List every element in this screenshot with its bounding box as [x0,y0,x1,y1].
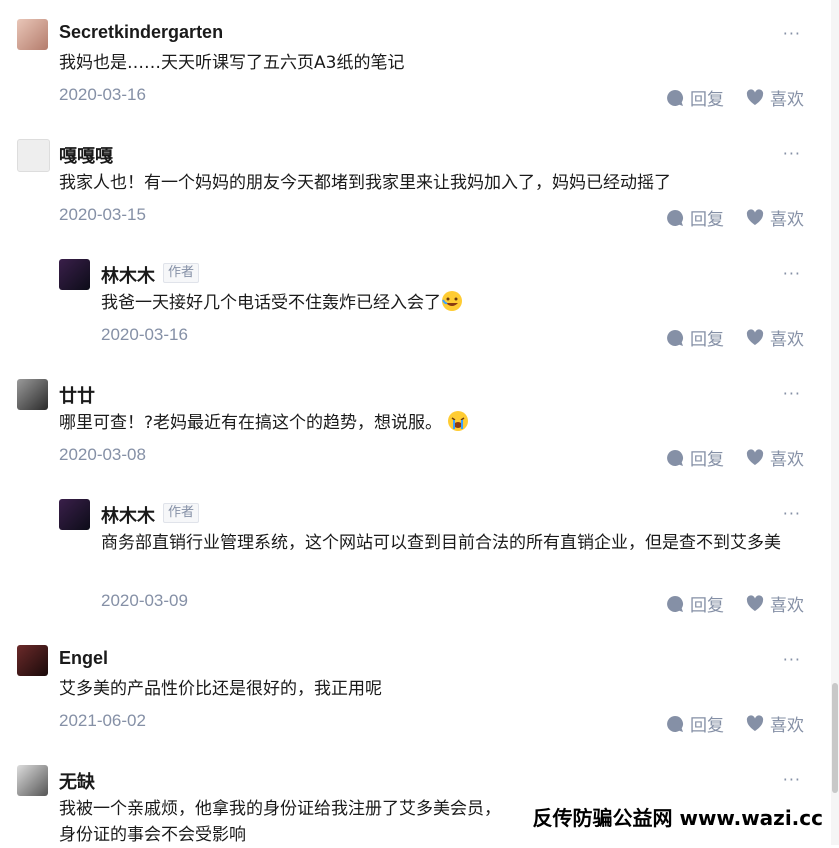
more-options-button[interactable]: ··· [783,770,801,789]
username[interactable]: 林木木 [101,262,155,288]
heart-icon [746,89,764,105]
avatar[interactable] [17,139,50,172]
heart-icon [746,329,764,345]
avatar[interactable] [17,765,48,796]
comment-text: 商务部直销行业管理系统，这个网站可以查到目前合法的所有直销企业，但是查不到艾多美 [101,533,781,553]
watermark: 反传防骗公益网 www.wazi.cc [528,802,827,831]
comment-text-body: 哪里可查！?老妈最近有在搞这个的趋势，想说服。 [59,413,443,433]
reply-label: 回复 [690,90,724,110]
comment-date: 2020-03-08 [59,445,146,464]
comment-text: 艾多美的产品性价比还是很好的，我正用呢 [59,679,382,699]
comment-date: 2020-03-09 [101,591,188,610]
avatar[interactable] [17,19,48,50]
avatar[interactable] [59,259,90,290]
reply-icon [667,449,684,466]
reply-label: 回复 [690,330,724,350]
reply-button[interactable]: 回复 [666,711,724,736]
username[interactable]: Secretkindergarten [59,22,223,43]
like-label: 喜欢 [770,90,804,110]
laughing-crying-emoji-icon [442,291,462,311]
heart-icon [746,715,764,731]
comment-text: 我妈也是……天天听课写了五六页A3纸的笔记 [59,53,405,73]
avatar[interactable] [17,379,48,410]
more-options-button[interactable]: ··· [783,384,801,403]
comment-text: 我家人也！有一个妈妈的朋友今天都堵到我家里来让我妈加入了，妈妈已经动摇了 [59,173,671,193]
reply-icon [667,329,684,346]
reply-button[interactable]: 回复 [666,445,724,470]
like-label: 喜欢 [770,450,804,470]
heart-icon [746,209,764,225]
reply-label: 回复 [690,450,724,470]
username[interactable]: 嘎嘎嘎 [59,142,113,168]
username[interactable]: 无缺 [59,768,95,794]
like-label: 喜欢 [770,210,804,230]
comment-text-body: 我爸一天接好几个电话受不住轰炸已经入会了 [101,293,441,313]
more-options-button[interactable]: ··· [783,144,801,163]
reply-icon [667,595,684,612]
comment-date: 2020-03-16 [101,325,188,344]
like-label: 喜欢 [770,330,804,350]
author-badge: 作者 [163,503,200,523]
like-label: 喜欢 [770,596,804,616]
more-options-button[interactable]: ··· [783,24,801,43]
like-button[interactable]: 喜欢 [746,445,804,470]
like-button[interactable]: 喜欢 [746,85,804,110]
comment-date: 2020-03-15 [59,205,146,224]
reply-label: 回复 [690,596,724,616]
heart-icon [746,595,764,611]
like-button[interactable]: 喜欢 [746,205,804,230]
username[interactable]: 林木木 [101,502,155,528]
reply-icon [667,715,684,732]
more-options-button[interactable]: ··· [783,264,801,283]
reply-button[interactable]: 回复 [666,325,724,350]
avatar[interactable] [59,499,90,530]
reply-button[interactable]: 回复 [666,591,724,616]
like-button[interactable]: 喜欢 [746,591,804,616]
reply-button[interactable]: 回复 [666,205,724,230]
author-badge: 作者 [163,263,200,283]
reply-icon [667,209,684,226]
username[interactable]: 廿廿 [59,382,95,408]
scrollbar-thumb[interactable] [832,683,838,793]
comment-date: 2020-03-16 [59,85,146,104]
heart-icon [746,449,764,465]
username[interactable]: Engel [59,648,108,669]
comment-date: 2021-06-02 [59,711,146,730]
avatar[interactable] [17,645,48,676]
scrollbar[interactable] [831,0,839,845]
crying-emoji-icon [448,411,469,431]
reply-button[interactable]: 回复 [666,85,724,110]
reply-label: 回复 [690,210,724,230]
comment-text: 我爸一天接好几个电话受不住轰炸已经入会了 [101,290,801,316]
more-options-button[interactable]: ··· [783,504,801,523]
comment-text: 哪里可查！?老妈最近有在搞这个的趋势，想说服。 [59,410,759,436]
like-button[interactable]: 喜欢 [746,325,804,350]
reply-icon [667,89,684,106]
reply-label: 回复 [690,716,724,736]
like-label: 喜欢 [770,716,804,736]
more-options-button[interactable]: ··· [783,650,801,669]
like-button[interactable]: 喜欢 [746,711,804,736]
